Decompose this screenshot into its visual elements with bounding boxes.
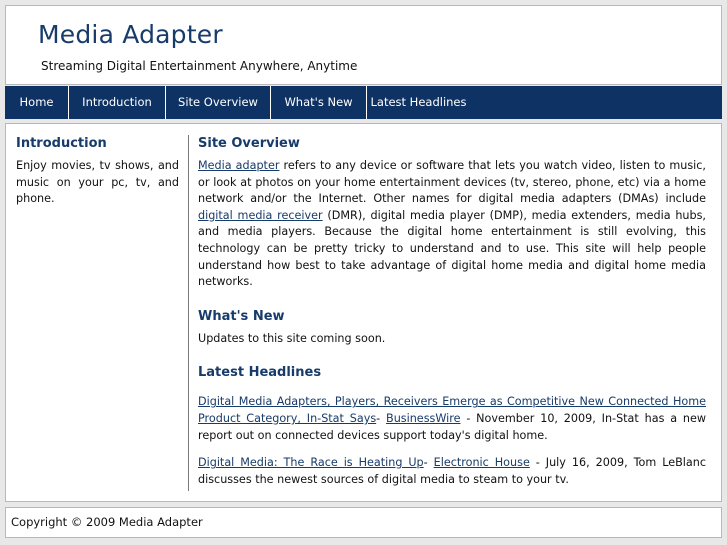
latest-headlines-heading: Latest Headlines: [198, 365, 322, 381]
headline-item: Digital Media Adapters, Players, Receive…: [198, 395, 707, 442]
sidebar-heading: Introduction: [16, 136, 107, 151]
nav-item-latest-headlines[interactable]: Latest Headlines: [367, 86, 470, 119]
content-area: Introduction Enjoy movies, tv shows, and…: [5, 123, 722, 502]
nav-item-introduction[interactable]: Introduction: [69, 86, 166, 119]
column-divider: [188, 135, 189, 491]
sidebar: Introduction Enjoy movies, tv shows, and…: [16, 136, 179, 208]
headline-item: Digital Media: The Race is Heating Up- E…: [198, 456, 707, 486]
whats-new-text: Updates to this site coming soon.: [198, 331, 386, 345]
site-title: Media Adapter: [38, 20, 223, 49]
main-nav: Home Introduction Site Overview What's N…: [5, 86, 722, 119]
nav-item-whats-new[interactable]: What's New: [271, 86, 367, 119]
main-column: Site Overview Media adapter refers to an…: [198, 136, 706, 488]
site-footer: Copyright © 2009 Media Adapter: [5, 507, 722, 538]
site-header: Media Adapter Streaming Digital Entertai…: [5, 5, 722, 85]
media-adapter-link[interactable]: Media adapter: [198, 159, 279, 172]
site-tagline: Streaming Digital Entertainment Anywhere…: [41, 59, 358, 73]
nav-item-home[interactable]: Home: [5, 86, 69, 119]
sidebar-text: Enjoy movies, tv shows, and music on you…: [16, 159, 179, 206]
headline-link[interactable]: Digital Media: The Race is Heating Up: [198, 456, 424, 469]
nav-item-site-overview[interactable]: Site Overview: [166, 86, 271, 119]
copyright-text: Copyright © 2009 Media Adapter: [11, 515, 203, 529]
headline-source-link[interactable]: BusinessWire: [386, 412, 461, 425]
digital-media-receiver-link[interactable]: digital media receiver: [198, 209, 323, 222]
site-overview-heading: Site Overview: [198, 136, 300, 151]
headline-source-link[interactable]: Electronic House: [434, 456, 530, 469]
whats-new-heading: What's New: [198, 308, 285, 324]
site-overview-text: Media adapter refers to any device or so…: [198, 159, 706, 289]
